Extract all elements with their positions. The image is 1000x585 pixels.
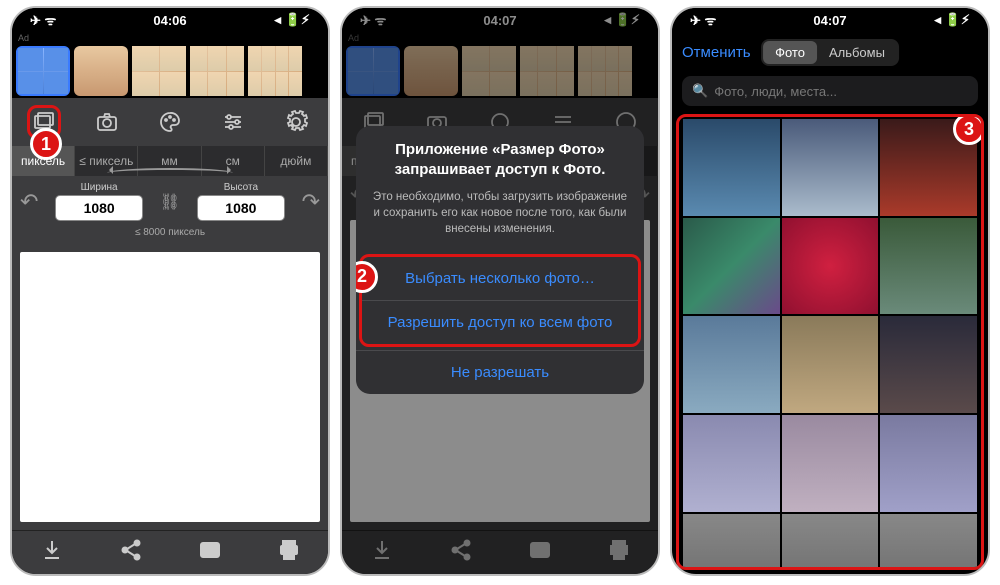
photo-thumb[interactable]: [683, 119, 780, 216]
status-time: 04:07: [672, 13, 988, 28]
share-button[interactable]: [119, 538, 143, 567]
search-icon: 🔍: [692, 83, 708, 99]
seg-albums[interactable]: Альбомы: [817, 41, 897, 64]
screen-editor: ✈︎ ᯤ 04:06 ◂ 🔋⚡︎ Ad 1 пиксель ≤ пиксель …: [10, 6, 330, 576]
photo-thumb[interactable]: [880, 218, 977, 315]
undo-button[interactable]: ↶: [20, 189, 38, 215]
deny-button[interactable]: Не разрешать: [356, 350, 644, 394]
photo-thumb[interactable]: [782, 514, 879, 570]
download-button[interactable]: [40, 538, 64, 567]
palette-button[interactable]: [153, 105, 187, 139]
settings-button[interactable]: [279, 105, 313, 139]
photo-thumb[interactable]: [880, 316, 977, 413]
height-label: Высота: [186, 182, 295, 193]
photo-grid[interactable]: [681, 119, 979, 570]
search-field[interactable]: 🔍 Фото, люди, места...: [682, 76, 978, 106]
cancel-button[interactable]: Отменить: [682, 44, 751, 61]
screen-gallery: ✈︎ ᯤ 04:07 ◂ 🔋⚡︎ Отменить Фото Альбомы 🔍…: [670, 6, 990, 576]
seg-photos[interactable]: Фото: [763, 41, 817, 64]
template-thumb[interactable]: [190, 46, 244, 96]
search-placeholder: Фото, люди, места...: [714, 84, 837, 99]
ad-label: Ad: [12, 32, 328, 44]
status-bar: ✈︎ ᯤ 04:06 ◂ 🔋⚡︎: [12, 8, 328, 32]
permission-dialog: Приложение «Размер Фото» запрашивает дос…: [356, 126, 644, 394]
callout-badge-1: 1: [30, 128, 62, 160]
photo-thumb[interactable]: [880, 514, 977, 570]
photo-thumb[interactable]: [683, 316, 780, 413]
dialog-message: Это необходимо, чтобы загрузить изображе…: [356, 185, 644, 251]
unit-tab[interactable]: дюйм: [265, 146, 328, 176]
swap-arrow-icon[interactable]: [107, 168, 233, 178]
photo-thumb[interactable]: [782, 218, 879, 315]
width-input[interactable]: [55, 195, 143, 221]
photo-thumb[interactable]: [782, 316, 879, 413]
template-thumb[interactable]: [16, 46, 70, 96]
template-strip[interactable]: [12, 44, 328, 98]
link-icon[interactable]: ⛓: [160, 192, 180, 212]
redo-button[interactable]: ↷: [302, 189, 320, 215]
status-bar: ✈︎ ᯤ 04:07 ◂ 🔋⚡︎: [672, 8, 988, 32]
callout-badge-3: 3: [953, 114, 984, 145]
print-button[interactable]: [277, 538, 301, 567]
photo-thumb[interactable]: [782, 415, 879, 512]
select-photos-button[interactable]: Выбрать несколько фото…: [362, 257, 638, 300]
gallery-segment[interactable]: Фото Альбомы: [761, 39, 899, 66]
screen-permission: ✈︎ ᯤ 04:07 ◂ 🔋⚡︎ Ad пиксель≤ пиксельммсм…: [340, 6, 660, 576]
photo-thumb[interactable]: [880, 415, 977, 512]
photo-thumb[interactable]: [782, 119, 879, 216]
dimensions-row: ↶ Ширина ⛓ Высота ↷: [12, 176, 328, 225]
template-thumb[interactable]: [74, 46, 128, 96]
photo-grid-highlight: 3: [676, 114, 984, 570]
status-time: 04:06: [12, 13, 328, 28]
dialog-title: Приложение «Размер Фото» запрашивает дос…: [356, 126, 644, 185]
template-thumb[interactable]: [132, 46, 186, 96]
photo-thumb[interactable]: [683, 218, 780, 315]
gallery-header: Отменить Фото Альбомы: [672, 32, 988, 72]
height-input[interactable]: [197, 195, 285, 221]
mail-button[interactable]: [198, 538, 222, 567]
template-thumb[interactable]: [248, 46, 302, 96]
canvas-area[interactable]: [12, 244, 328, 530]
toolbar: 1: [12, 98, 328, 146]
photo-thumb[interactable]: [683, 415, 780, 512]
width-label: Ширина: [44, 182, 153, 193]
allow-all-button[interactable]: Разрешить доступ ко всем фото: [362, 300, 638, 344]
sliders-button[interactable]: [216, 105, 250, 139]
bottom-bar: [12, 530, 328, 574]
photo-thumb[interactable]: [683, 514, 780, 570]
camera-button[interactable]: [90, 105, 124, 139]
size-hint: ≤ 8000 пиксель: [12, 225, 328, 244]
